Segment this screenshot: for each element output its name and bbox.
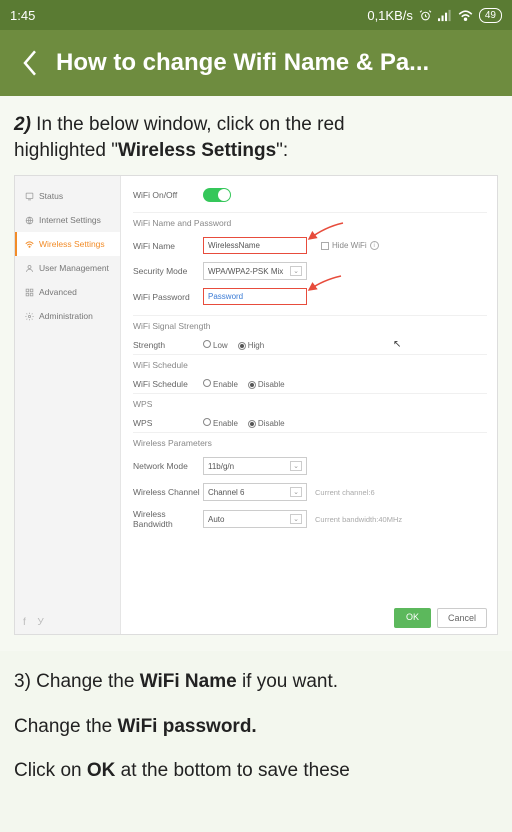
clock: 1:45 — [10, 8, 35, 23]
appbar: How to change Wifi Name & Pa... — [0, 30, 512, 96]
step-4-text: Change the WiFi password. — [14, 714, 498, 741]
info-icon[interactable]: i — [370, 241, 379, 250]
status-icons: 0,1KB/s 49 — [367, 8, 502, 23]
strength-high-radio[interactable]: High — [238, 341, 264, 350]
hide-wifi-checkbox[interactable] — [321, 242, 329, 250]
section-name-password: WiFi Name and Password — [133, 212, 487, 233]
wifi-onoff-row: WiFi On/Off — [133, 184, 487, 212]
wifi-onoff-label: WiFi On/Off — [133, 190, 203, 200]
wifi-icon — [458, 9, 473, 22]
bandwidth-row: Wireless Bandwidth Auto⌄ Current bandwid… — [133, 505, 487, 533]
chevron-down-icon: ⌄ — [290, 514, 302, 524]
alarm-icon — [419, 9, 432, 22]
schedule-row: WiFi Schedule Enable Disable — [133, 375, 487, 393]
strength-low-radio[interactable]: Low — [203, 340, 228, 350]
wifi-name-input[interactable]: WirelessName — [203, 237, 307, 254]
page-title: How to change Wifi Name & Pa... — [56, 49, 429, 77]
cursor-icon: ↖ — [393, 339, 401, 350]
android-statusbar: 1:45 0,1KB/s 49 — [0, 0, 512, 30]
section-params: Wireless Parameters — [133, 432, 487, 453]
sidebar-item-admin[interactable]: Administration — [15, 304, 120, 328]
strength-row: Strength Low High ↖ — [133, 336, 487, 354]
sidebar-item-user[interactable]: User Management — [15, 256, 120, 280]
social-icons: f У — [23, 617, 46, 628]
hide-wifi-option[interactable]: Hide WiFi i — [321, 241, 379, 250]
wifi-toggle[interactable] — [203, 188, 231, 202]
step-3-text: 3) Change the WiFi Name if you want. — [14, 669, 498, 696]
chevron-down-icon: ⌄ — [290, 461, 302, 471]
bandwidth-select[interactable]: Auto⌄ — [203, 510, 307, 528]
step-2-text: 2) In the below window, click on the red… — [14, 112, 498, 163]
channel-select[interactable]: Channel 6⌄ — [203, 483, 307, 501]
channel-row: Wireless Channel Channel 6⌄ Current chan… — [133, 479, 487, 505]
sidebar-item-wireless[interactable]: Wireless Settings — [15, 232, 120, 256]
section-signal: WiFi Signal Strength — [133, 315, 487, 336]
wifi-password-row: WiFi Password Password — [133, 284, 487, 309]
security-mode-select[interactable]: WPA/WPA2-PSK Mix⌄ — [203, 262, 307, 280]
channel-note: Current channel:6 — [315, 488, 375, 497]
net-speed: 0,1KB/s — [367, 8, 413, 23]
router-main-panel: WiFi On/Off WiFi Name and Password WiFi … — [121, 176, 497, 634]
wifi-name-row: WiFi Name WirelessName Hide WiFi i — [133, 233, 487, 258]
article-body-continued: 3) Change the WiFi Name if you want. Cha… — [0, 651, 512, 785]
ok-button[interactable]: OK — [394, 608, 431, 628]
network-mode-row: Network Mode 11b/g/n⌄ — [133, 453, 487, 479]
signal-icon — [438, 9, 452, 22]
wps-row: WPS Enable Disable — [133, 414, 487, 432]
network-mode-select[interactable]: 11b/g/n⌄ — [203, 457, 307, 475]
chevron-down-icon: ⌄ — [290, 487, 302, 497]
router-admin-screenshot: Status Internet Settings Wireless Settin… — [14, 175, 498, 635]
bandwidth-note: Current bandwidth:40MHz — [315, 515, 402, 524]
section-schedule: WiFi Schedule — [133, 354, 487, 375]
sidebar-item-advanced[interactable]: Advanced — [15, 280, 120, 304]
wps-enable-radio[interactable]: Enable — [203, 418, 238, 428]
security-mode-row: Security Mode WPA/WPA2-PSK Mix⌄ — [133, 258, 487, 284]
step-5-text: Click on OK at the bottom to save these — [14, 758, 498, 785]
router-sidebar: Status Internet Settings Wireless Settin… — [15, 176, 121, 634]
battery-indicator: 49 — [479, 8, 502, 23]
chevron-down-icon: ⌄ — [290, 266, 302, 276]
sidebar-item-status[interactable]: Status — [15, 184, 120, 208]
wifi-password-input[interactable]: Password — [203, 288, 307, 305]
section-wps: WPS — [133, 393, 487, 414]
schedule-enable-radio[interactable]: Enable — [203, 379, 238, 389]
footer-buttons: OK Cancel — [394, 608, 487, 628]
back-button[interactable] — [12, 45, 48, 81]
wps-disable-radio[interactable]: Disable — [248, 419, 285, 428]
schedule-disable-radio[interactable]: Disable — [248, 380, 285, 389]
sidebar-item-internet[interactable]: Internet Settings — [15, 208, 120, 232]
article-body: 2) In the below window, click on the red… — [0, 96, 512, 651]
cancel-button[interactable]: Cancel — [437, 608, 487, 628]
